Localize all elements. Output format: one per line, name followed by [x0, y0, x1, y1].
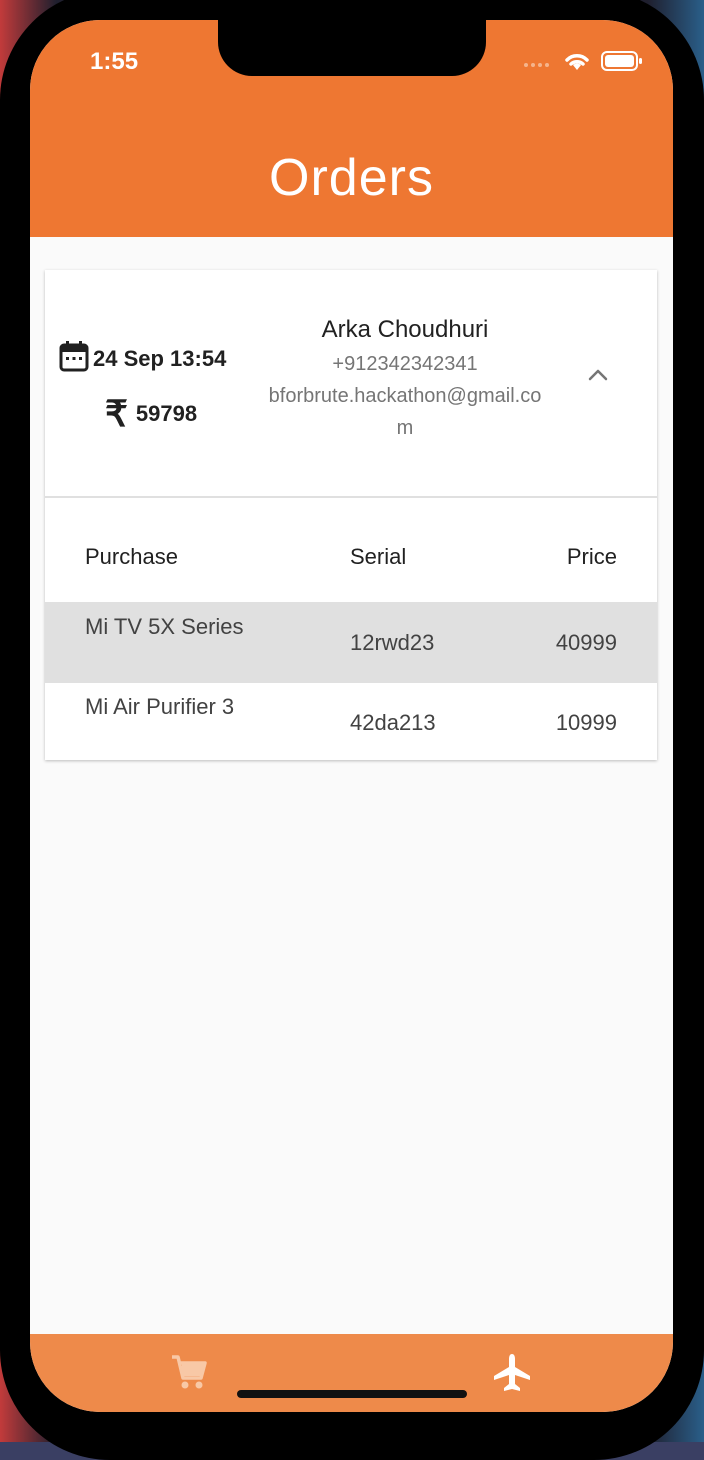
customer-phone: +912342342341: [332, 353, 478, 375]
page-title: Orders: [269, 149, 434, 207]
bottom-nav: [30, 1334, 673, 1412]
calendar-icon: [59, 340, 89, 377]
customer-info: Arka Choudhuri +912342342341 bforbrute.h…: [265, 316, 545, 444]
customer-email: bforbrute.hackathon@gmail.com: [268, 385, 542, 439]
table-header-row: Purchase Serial Price: [45, 498, 657, 602]
table-row[interactable]: Mi TV 5X Series 12rwd23 40999: [45, 602, 657, 682]
screen: 1:55 Orders 24 Sep 13:54 ₹ 59798 Arka Ch…: [30, 20, 673, 1412]
order-date: 24 Sep 13:54: [93, 345, 227, 371]
header-serial: Serial: [350, 544, 407, 569]
order-date-row: 24 Sep 13:54: [59, 340, 226, 377]
wifi-icon: [563, 50, 591, 77]
home-indicator: [237, 1390, 467, 1398]
header-purchase: Purchase: [85, 544, 178, 569]
row-serial: 12rwd23: [350, 630, 435, 655]
order-items-table: Purchase Serial Price Mi TV 5X Series 12…: [45, 498, 657, 762]
row-purchase: Mi TV 5X Series: [85, 614, 244, 639]
battery-icon: [601, 50, 643, 77]
row-price: 10999: [555, 710, 617, 735]
status-icons: [523, 50, 643, 77]
airplane-icon: [492, 1354, 532, 1396]
row-serial: 42da213: [350, 710, 436, 735]
rupee-icon: ₹: [105, 393, 128, 434]
signal-icon: [523, 55, 553, 73]
header-price: Price: [566, 544, 617, 569]
nav-item-cart[interactable]: [169, 1352, 209, 1392]
order-card-header[interactable]: 24 Sep 13:54 ₹ 59798 Arka Choudhuri +912…: [45, 270, 657, 498]
status-time: 1:55: [90, 48, 139, 75]
order-card[interactable]: 24 Sep 13:54 ₹ 59798 Arka Choudhuri +912…: [45, 270, 657, 760]
customer-name: Arka Choudhuri: [321, 316, 489, 343]
chevron-up-icon[interactable]: [583, 360, 613, 390]
row-purchase: Mi Air Purifier 3: [85, 694, 235, 719]
cart-icon: [169, 1355, 209, 1396]
nav-item-travel[interactable]: [492, 1352, 532, 1392]
order-amount-row: ₹ 59798: [105, 396, 197, 432]
order-amount: 59798: [135, 401, 198, 426]
notch: [218, 20, 486, 76]
table-row[interactable]: Mi Air Purifier 3 42da213 10999: [45, 682, 657, 762]
row-price: 40999: [555, 630, 617, 655]
